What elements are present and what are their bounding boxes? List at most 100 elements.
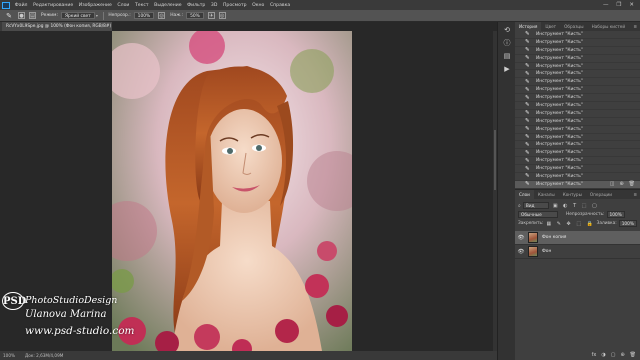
history-row[interactable]: ✎ Инструмент "Кисть" [515,118,640,126]
layers-menu-icon[interactable]: ≡ [633,190,640,199]
history-row[interactable]: ✎ Инструмент "Кисть" [515,63,640,71]
history-source-box[interactable] [518,64,522,68]
history-row[interactable]: ✎ Инструмент "Кисть" [515,141,640,150]
info-icon[interactable]: ⓘ [500,38,514,48]
history-source-box[interactable] [518,167,522,171]
history-row[interactable]: ✎ Инструмент "Кисть" [515,47,640,55]
menu-edit[interactable]: Редактирование [30,3,76,8]
history-source-box[interactable] [518,96,522,100]
brush-tool-icon[interactable]: ✎ [4,11,14,20]
history-row[interactable]: ✎ Инструмент "Кисть" [515,102,640,110]
history-row[interactable]: ✎ Инструмент "Кисть" [515,126,640,134]
history-source-box[interactable] [518,111,522,115]
history-row[interactable]: ✎ Инструмент "Кисть" [515,110,640,118]
history-source-box[interactable] [518,103,522,107]
tab-color[interactable]: Цвет [541,22,560,31]
panel-menu-icon[interactable]: ≡ [633,22,640,31]
actions-icon[interactable]: ▶ [500,64,514,74]
history-row[interactable]: ✎ Инструмент "Кисть" [515,94,640,103]
tab-history[interactable]: История [515,22,542,31]
layer-kind-filter[interactable]: Вид [522,202,549,209]
history-row[interactable]: ✎ Инструмент "Кисть" [515,86,640,95]
tab-channels[interactable]: Каналы [534,190,559,199]
layer-row[interactable]: 👁 Фон [515,245,640,259]
history-row[interactable]: ✎ Инструмент "Кисть" [515,55,640,63]
history-source-box[interactable] [518,80,522,84]
history-source-box[interactable] [518,88,522,92]
history-source-box[interactable] [518,159,522,163]
document-image[interactable] [112,31,352,351]
menu-select[interactable]: Выделение [151,3,184,8]
history-row[interactable]: ✎ Инструмент "Кисть" [515,165,640,174]
history-source-box[interactable] [518,135,522,139]
layer-row[interactable]: 👁 Фон копия [515,231,640,245]
history-source-box[interactable] [518,56,522,60]
history-source-box[interactable] [518,119,522,123]
menu-layers[interactable]: Слои [115,3,133,8]
history-source-box[interactable] [518,127,522,131]
fx-icon[interactable]: fx [592,352,597,360]
group-icon[interactable]: ▢ [611,352,616,360]
history-row[interactable]: ✎ Инструмент "Кисть" [515,70,640,79]
history-row[interactable]: ✎ Инструмент "Кисть" [515,173,640,181]
flow-field[interactable]: 50% [186,12,204,19]
eye-icon[interactable]: 👁 [517,235,525,241]
tab-actions[interactable]: Операции [586,190,616,199]
history-row[interactable]: ✎ Инструмент "Кисть" [515,78,640,87]
filter-icons[interactable]: ▣ ◐ T ⬚ ▢ [553,203,599,209]
trash-icon[interactable]: 🗑 [629,181,635,188]
history-source-box[interactable] [518,48,522,52]
history-source-box[interactable] [518,174,522,178]
fill-field[interactable]: 100% [618,220,637,227]
brush-settings-icon[interactable]: ▤ [29,12,36,19]
minimize-button[interactable]: — [603,2,609,8]
new-document-icon[interactable]: ⊕ [619,181,623,188]
menu-filter[interactable]: Фильтр [184,3,208,8]
menu-image[interactable]: Изображение [76,3,115,8]
watermark-author: Ulanova Marina [25,309,107,320]
menu-type[interactable]: Текст [132,3,151,8]
history-icon[interactable]: ⟲ [500,25,514,35]
adjustment-icon[interactable]: ◑ [601,352,605,360]
history-source-box[interactable] [518,40,522,44]
brush-preset-picker[interactable]: ● [18,12,25,19]
history-source-box[interactable] [518,32,522,36]
delete-layer-icon[interactable]: 🗑 [630,352,636,360]
menu-file[interactable]: Файл [12,3,30,8]
tab-layers[interactable]: Слои [515,190,534,199]
new-snapshot-icon[interactable]: ◫ [610,181,615,188]
document-tab[interactable]: RcVYx0L9Spe.jpg @ 100% (Фон копия, RGB/8… [2,22,112,31]
blend-mode-select[interactable]: Обычные [518,211,558,218]
history-source-box[interactable] [518,143,522,147]
lock-icons[interactable]: ▦ ✎ ✥ ⬚ 🔒 [546,221,594,227]
history-row[interactable]: ✎ Инструмент "Кисть" [515,31,640,39]
history-row[interactable]: ✎ Инструмент "Кисть" [515,157,640,166]
airbrush-icon[interactable]: ✈ [207,12,215,19]
menu-help[interactable]: Справка [267,3,293,8]
menu-window[interactable]: Окно [249,3,267,8]
tab-brush-sets[interactable]: Наборы кистей [588,22,629,31]
mode-select[interactable]: Яркий свет [60,12,95,19]
opacity-field[interactable]: 100% [133,12,155,19]
maximize-button[interactable]: ❐ [616,2,621,8]
eye-icon[interactable]: 👁 [517,249,525,255]
tab-paths[interactable]: Контуры [559,190,586,199]
layer-opacity-field[interactable]: 100% [606,211,625,218]
pressure-opacity-icon[interactable]: ◎ [158,12,166,19]
zoom-level[interactable]: 100% [3,351,15,360]
scrollbar-thumb[interactable] [494,130,496,190]
history-row[interactable]: ✎ Инструмент "Кисть" [515,134,640,142]
tab-swatches[interactable]: Образцы [560,22,588,31]
pressure-size-icon[interactable]: ◎ [218,12,226,19]
history-row[interactable]: ✎ Инструмент "Кисть" [515,149,640,158]
photoshop-logo-icon[interactable] [2,1,10,9]
layers-icon[interactable]: ▤ [500,51,514,61]
close-window-button[interactable]: ✕ [629,2,634,8]
menu-view[interactable]: Просмотр [220,3,249,8]
history-source-box[interactable] [518,72,522,76]
history-row[interactable]: ✎ Инструмент "Кисть" [515,39,640,47]
new-layer-icon[interactable]: ⊕ [620,352,624,360]
history-item-label: Инструмент "Кисть" [536,158,583,164]
history-source-box[interactable] [518,151,522,155]
menu-3d[interactable]: 3D [208,3,220,8]
